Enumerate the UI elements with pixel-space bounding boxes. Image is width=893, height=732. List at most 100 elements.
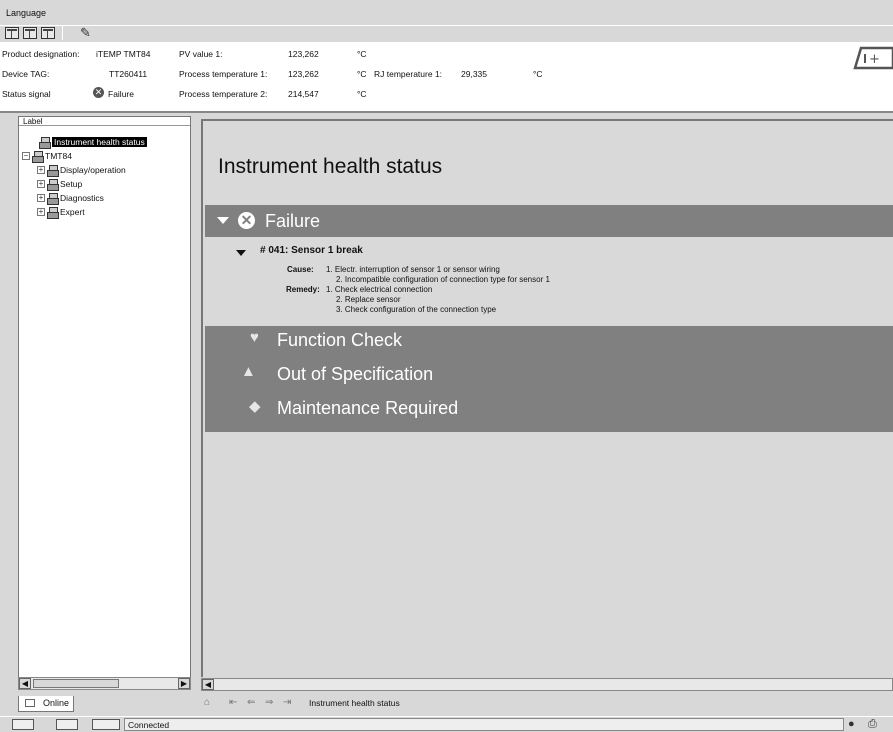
status-signal-value: Failure bbox=[108, 89, 134, 99]
online-icon bbox=[25, 699, 35, 707]
company-logo: + bbox=[853, 46, 893, 70]
remedy-line: 3. Check configuration of the connection… bbox=[336, 305, 497, 314]
tab-online-label: Online bbox=[43, 698, 70, 708]
toolbar-divider bbox=[62, 26, 63, 40]
cause-label: Cause: bbox=[287, 265, 314, 274]
process-temp2-value: 214,547 bbox=[288, 89, 319, 99]
toolbar: ✎ bbox=[0, 23, 893, 41]
scroll-right-icon[interactable]: ▶ bbox=[178, 678, 190, 689]
tree-item-label: Display/operation bbox=[60, 164, 126, 175]
rj-temp-value: 29,335 bbox=[461, 69, 487, 79]
home-icon[interactable]: ⌂ bbox=[204, 697, 210, 708]
process-temp2-label: Process temperature 2: bbox=[179, 89, 268, 99]
cause-line: 1. Electr. interruption of sensor 1 or s… bbox=[326, 265, 500, 274]
tree-item-label: TMT84 bbox=[45, 150, 72, 161]
expand-icon[interactable]: + bbox=[37, 179, 45, 188]
event-code: # 041: Sensor 1 break bbox=[260, 245, 363, 256]
remedy-line: 2. Replace sensor bbox=[336, 295, 401, 304]
remedy-label: Remedy: bbox=[286, 285, 320, 294]
pencil-icon[interactable]: ✎ bbox=[80, 25, 91, 41]
tree-item-expert[interactable]: + Expert bbox=[37, 206, 85, 219]
collapse-triangle-icon[interactable] bbox=[217, 217, 229, 224]
tree-item-display-operation[interactable]: + Display/operation bbox=[37, 164, 126, 177]
event-collapse-icon[interactable] bbox=[236, 250, 246, 256]
scroll-left-icon[interactable]: ◀ bbox=[19, 678, 31, 689]
plug-connect-icon[interactable] bbox=[92, 719, 120, 730]
category-maintenance-label: Maintenance Required bbox=[277, 398, 459, 418]
collapse-icon[interactable]: − bbox=[22, 151, 30, 160]
device-connection-icon[interactable] bbox=[12, 719, 34, 730]
product-designation-label: Product designation: bbox=[2, 49, 80, 59]
rj-temp-label: RJ temperature 1: bbox=[374, 69, 443, 79]
last-page-icon[interactable]: ⇥ bbox=[283, 697, 291, 708]
device-node-icon bbox=[47, 206, 59, 219]
back-icon[interactable]: ⇐ bbox=[247, 697, 255, 708]
process-temp1-value: 123,262 bbox=[288, 69, 319, 79]
tree-item-setup[interactable]: + Setup bbox=[37, 178, 83, 191]
expand-icon[interactable]: + bbox=[37, 207, 45, 216]
function-check-icon: ♥ bbox=[250, 329, 259, 346]
maintenance-diamond-icon: ◆ bbox=[249, 398, 261, 415]
binoculars-icon[interactable]: ● bbox=[848, 718, 855, 730]
device-tag-value: TT260411 bbox=[109, 69, 148, 79]
page-title: Instrument health status bbox=[218, 155, 443, 178]
tree-item-label: Instrument health status bbox=[52, 136, 147, 147]
tree-item-label: Setup bbox=[60, 178, 83, 189]
printer-icon[interactable]: ⎙ bbox=[868, 718, 877, 731]
product-designation-value: iTEMP TMT84 bbox=[96, 49, 151, 59]
status-bar: Connected ● ⎙ bbox=[0, 716, 893, 732]
main-content-panel: Instrument health status ✕ Failure # 041… bbox=[201, 119, 893, 677]
menu-language[interactable]: Language bbox=[6, 8, 46, 18]
tree-item-label: Diagnostics bbox=[60, 192, 104, 203]
status-failure-icon: ✕ bbox=[93, 87, 104, 99]
device-node-icon bbox=[47, 178, 59, 191]
svg-text:+: + bbox=[869, 52, 880, 67]
tree-item-diagnostics[interactable]: + Diagnostics bbox=[37, 192, 104, 205]
other-categories-band: ♥ Function Check ▲ Out of Specification … bbox=[205, 326, 893, 432]
layout-columns-icon[interactable] bbox=[23, 27, 37, 39]
menu-bar: Language bbox=[0, 5, 893, 26]
device-tag-label: Device TAG: bbox=[2, 69, 50, 79]
tab-online[interactable]: Online bbox=[18, 696, 74, 712]
category-out-of-spec-label: Out of Specification bbox=[277, 364, 434, 384]
device-header: Product designation: iTEMP TMT84 Device … bbox=[0, 42, 893, 113]
layout-split-icon[interactable] bbox=[5, 27, 19, 39]
tree-item-label: Expert bbox=[60, 206, 85, 217]
layout-window-icon[interactable] bbox=[41, 27, 55, 39]
device-node-icon bbox=[39, 136, 51, 149]
first-page-icon[interactable]: ⇤ bbox=[229, 697, 237, 708]
failure-category-band[interactable]: ✕ Failure bbox=[205, 205, 893, 237]
category-failure-label: Failure bbox=[265, 211, 321, 231]
navigation-tree-panel: Label Instrument health status − TMT84 +… bbox=[18, 116, 191, 690]
failure-icon: ✕ bbox=[238, 212, 255, 229]
process-temp1-unit: °C bbox=[357, 69, 367, 79]
main-horizontal-scrollbar[interactable]: ◀ bbox=[201, 678, 893, 691]
forward-icon[interactable]: ⇒ bbox=[265, 697, 273, 708]
navigation-bar: ⌂ ⇤ ⇐ ⇒ ⇥ Instrument health status bbox=[201, 694, 893, 712]
scrollbar-thumb[interactable] bbox=[33, 679, 119, 688]
remedy-line: 1. Check electrical connection bbox=[326, 285, 433, 294]
pv-unit: °C bbox=[357, 49, 367, 59]
pv-value: 123,262 bbox=[288, 49, 319, 59]
category-function-check-label: Function Check bbox=[277, 330, 403, 350]
breadcrumb: Instrument health status bbox=[309, 698, 400, 708]
device-node-icon bbox=[47, 192, 59, 205]
cause-line: 2. Incompatible configuration of connect… bbox=[336, 275, 550, 284]
tree-horizontal-scrollbar[interactable]: ◀ ▶ bbox=[18, 677, 191, 690]
rj-temp-unit: °C bbox=[533, 69, 543, 79]
process-temp1-label: Process temperature 1: bbox=[179, 69, 268, 79]
tree-column-header[interactable]: Label bbox=[19, 117, 190, 126]
pv-value-label: PV value 1: bbox=[179, 49, 223, 59]
warning-triangle-icon: ▲ bbox=[241, 363, 256, 380]
connection-status: Connected bbox=[124, 718, 844, 731]
offline-device-icon[interactable] bbox=[56, 719, 78, 730]
expand-icon[interactable]: + bbox=[37, 165, 45, 174]
process-temp2-unit: °C bbox=[357, 89, 367, 99]
device-node-icon bbox=[47, 164, 59, 177]
status-signal-label: Status signal bbox=[2, 89, 51, 99]
device-node-icon bbox=[32, 150, 44, 163]
expand-icon[interactable]: + bbox=[37, 193, 45, 202]
tree-item-tmt84[interactable]: − TMT84 bbox=[22, 150, 72, 163]
scroll-left-icon[interactable]: ◀ bbox=[202, 679, 214, 690]
tree-item-instrument-health-status[interactable]: Instrument health status bbox=[39, 136, 147, 149]
